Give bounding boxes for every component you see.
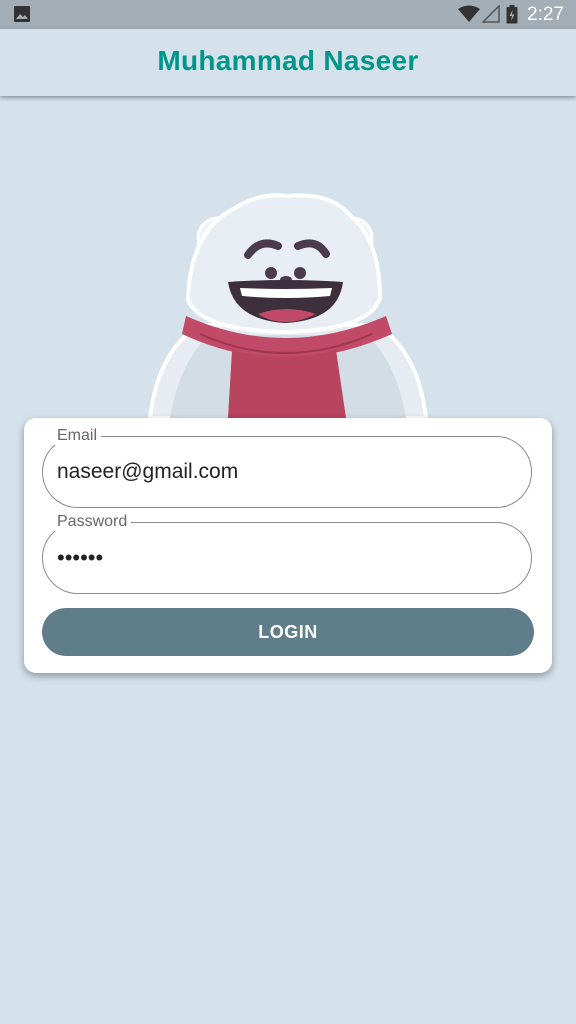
email-label: Email — [53, 427, 102, 445]
password-value[interactable]: •••••• — [57, 545, 103, 571]
login-card: Email naseer@gmail.com Password •••••• L… — [24, 418, 552, 673]
app-bar: Muhammad Naseer — [0, 29, 576, 96]
status-bar: 2:27 — [0, 0, 576, 29]
status-time: 2:27 — [527, 4, 564, 25]
polar-bear-mascot — [147, 193, 429, 418]
signal-icon — [482, 5, 500, 23]
wifi-icon — [458, 5, 480, 22]
battery-icon — [506, 5, 518, 24]
password-field[interactable]: Password •••••• — [42, 513, 532, 594]
image-icon — [14, 6, 30, 22]
email-field[interactable]: Email naseer@gmail.com — [42, 427, 532, 508]
login-button[interactable]: LOGIN — [42, 608, 534, 656]
password-label: Password — [53, 513, 132, 531]
app-title: Muhammad Naseer — [157, 45, 419, 76]
email-value[interactable]: naseer@gmail.com — [57, 460, 238, 484]
